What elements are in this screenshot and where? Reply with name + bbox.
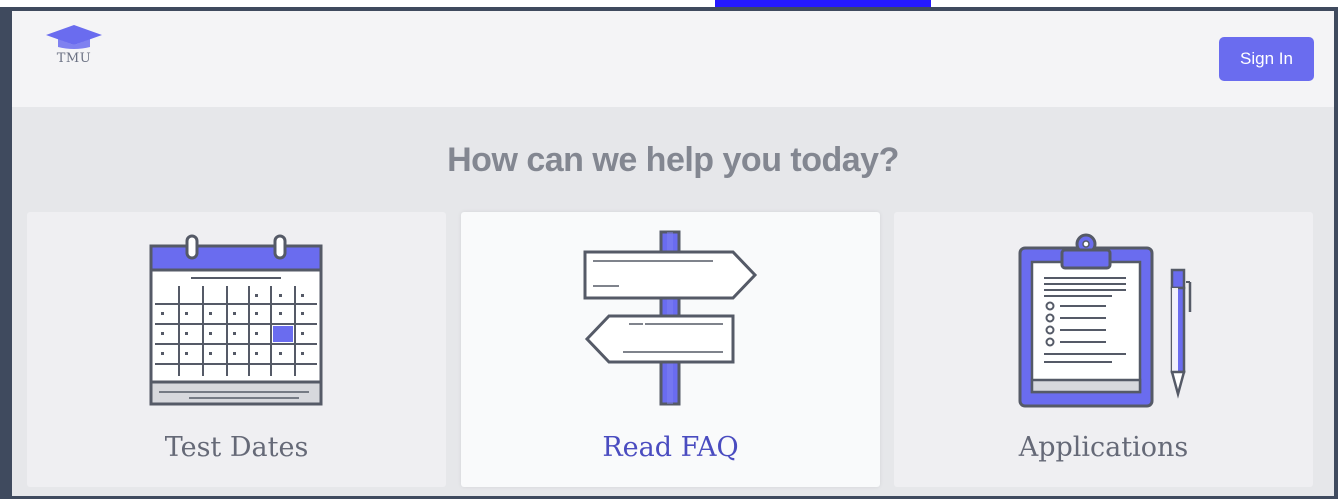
card-label: Test Dates	[164, 432, 309, 463]
test-dates-card[interactable]: Test Dates	[27, 212, 446, 487]
calendar-icon	[149, 234, 323, 406]
graduation-cap-icon	[46, 25, 102, 49]
card-label: Read FAQ	[602, 432, 739, 463]
header: TMU Sign In	[12, 11, 1334, 107]
read-faq-card[interactable]: Read FAQ	[461, 212, 880, 487]
card-illustration	[27, 212, 446, 417]
page-link[interactable]	[715, 0, 931, 7]
card-illustration	[894, 212, 1313, 417]
page-headline: How can we help you today?	[447, 141, 899, 179]
clipboard-icon	[1018, 233, 1192, 408]
card-label: Applications	[1018, 432, 1189, 463]
sign-in-button[interactable]: Sign In	[1219, 37, 1314, 81]
card-illustration	[461, 212, 880, 417]
logo[interactable]: TMU	[42, 23, 106, 79]
applications-card[interactable]: Applications	[894, 212, 1313, 487]
logo-text: TMU	[56, 51, 92, 66]
signpost-icon	[583, 230, 758, 406]
app-window: TMU Sign In How can we help you today? T…	[0, 7, 1338, 499]
